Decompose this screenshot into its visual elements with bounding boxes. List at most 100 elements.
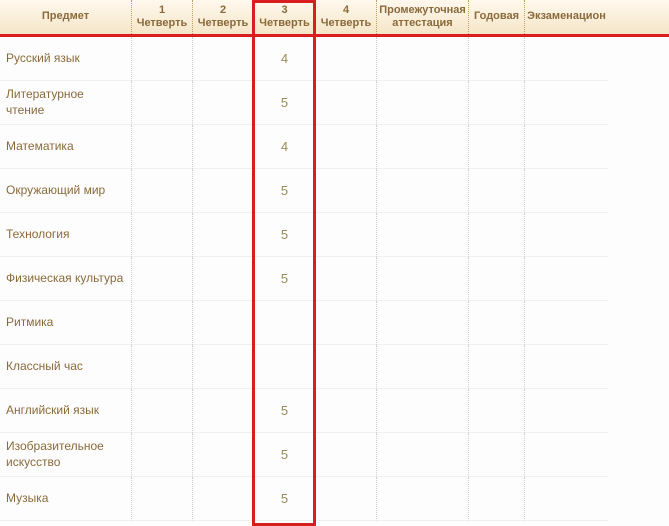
grade-cell-exam [524,477,608,521]
grade-cell-q2 [192,345,253,389]
header-subject[interactable]: Предмет [0,0,131,34]
grades-table-container: Предмет 1Четверть 2Четверть 3Четверть 4Ч… [0,0,669,526]
subject-cell: Изобразительное искусство [0,433,131,477]
grade-cell-year [468,477,524,521]
grade-cell-q3: 5 [253,257,315,301]
grade-cell-q2 [192,433,253,477]
grade-cell-exam [524,37,608,81]
grade-cell-year [468,389,524,433]
grade-cell-q1 [131,477,192,521]
grade-cell-q3: 5 [253,169,315,213]
grade-cell-q3: 5 [253,81,315,125]
grade-cell-exam [524,433,608,477]
grade-cell-q4 [315,389,376,433]
grade-cell-q2 [192,477,253,521]
grade-cell-q4 [315,477,376,521]
table-row: Окружающий мир 5 [0,169,669,213]
grade-cell-q1 [131,433,192,477]
grade-cell-q1 [131,345,192,389]
header-q2[interactable]: 2Четверть [192,0,253,34]
grade-cell-year [468,345,524,389]
grade-cell-inter [376,213,468,257]
subject-cell: Технология [0,213,131,257]
grade-cell-q2 [192,169,253,213]
grade-cell-q2 [192,213,253,257]
header-q4[interactable]: 4Четверть [315,0,376,34]
grade-cell-inter [376,389,468,433]
subject-cell: Литературное чтение [0,81,131,125]
grade-cell-inter [376,81,468,125]
table-row: Технология 5 [0,213,669,257]
grade-cell-exam [524,389,608,433]
grade-cell-exam [524,169,608,213]
grade-cell-year [468,81,524,125]
header-inter[interactable]: Промежуточнаяаттестация [376,0,468,34]
grade-cell-year [468,37,524,81]
grades-table: Предмет 1Четверть 2Четверть 3Четверть 4Ч… [0,0,669,521]
header-q3[interactable]: 3Четверть [253,0,315,34]
grade-cell-q3: 5 [253,213,315,257]
table-body: Русский язык 4 Литературное чтение 5 Математ… [0,37,669,521]
grade-cell-q4 [315,169,376,213]
grade-cell-exam [524,81,608,125]
grade-cell-inter [376,169,468,213]
grade-cell-q2 [192,257,253,301]
grade-cell-q4 [315,125,376,169]
grade-cell-q2 [192,125,253,169]
table-row: Физическая культура 5 [0,257,669,301]
subject-cell: Физическая культура [0,257,131,301]
header-year[interactable]: Годовая [468,0,524,34]
table-row: Литературное чтение 5 [0,81,669,125]
grade-cell-year [468,169,524,213]
grade-cell-q4 [315,213,376,257]
grade-cell-q1 [131,81,192,125]
grade-cell-inter [376,477,468,521]
table-header-row: Предмет 1Четверть 2Четверть 3Четверть 4Ч… [0,0,669,37]
grade-cell-year [468,257,524,301]
grade-cell-q1 [131,257,192,301]
grade-cell-exam [524,345,608,389]
header-q1[interactable]: 1Четверть [131,0,192,34]
grade-cell-q3: 4 [253,37,315,81]
grade-cell-q1 [131,301,192,345]
grade-cell-q1 [131,169,192,213]
grade-cell-exam [524,213,608,257]
subject-cell: Окружающий мир [0,169,131,213]
header-exam[interactable]: Экзаменацион [524,0,608,34]
grade-cell-q3: 5 [253,477,315,521]
grade-cell-q3: 4 [253,125,315,169]
grade-cell-inter [376,257,468,301]
grade-cell-inter [376,301,468,345]
grade-cell-q2 [192,389,253,433]
table-row: Изобразительное искусство 5 [0,433,669,477]
grade-cell-q3 [253,345,315,389]
grade-cell-inter [376,433,468,477]
grade-cell-exam [524,301,608,345]
subject-cell: Классный час [0,345,131,389]
subject-cell: Ритмика [0,301,131,345]
subject-cell: Русский язык [0,37,131,81]
table-row: Музыка5 [0,477,669,521]
subject-cell: Английский язык [0,389,131,433]
grade-cell-q3: 5 [253,389,315,433]
grade-cell-year [468,125,524,169]
grade-cell-exam [524,125,608,169]
table-row: Английский язык 5 [0,389,669,433]
grade-cell-year [468,433,524,477]
grade-cell-q2 [192,301,253,345]
grade-cell-q3: 5 [253,433,315,477]
grade-cell-q1 [131,213,192,257]
grade-cell-year [468,301,524,345]
grade-cell-q4 [315,257,376,301]
grade-cell-q4 [315,433,376,477]
grade-cell-year [468,213,524,257]
grade-cell-q3 [253,301,315,345]
table-row: Русский язык 4 [0,37,669,81]
grade-cell-inter [376,125,468,169]
subject-cell: Математика [0,125,131,169]
table-row: Ритмика [0,301,669,345]
grade-cell-q1 [131,389,192,433]
grade-cell-q4 [315,345,376,389]
grade-cell-q4 [315,301,376,345]
grade-cell-inter [376,345,468,389]
